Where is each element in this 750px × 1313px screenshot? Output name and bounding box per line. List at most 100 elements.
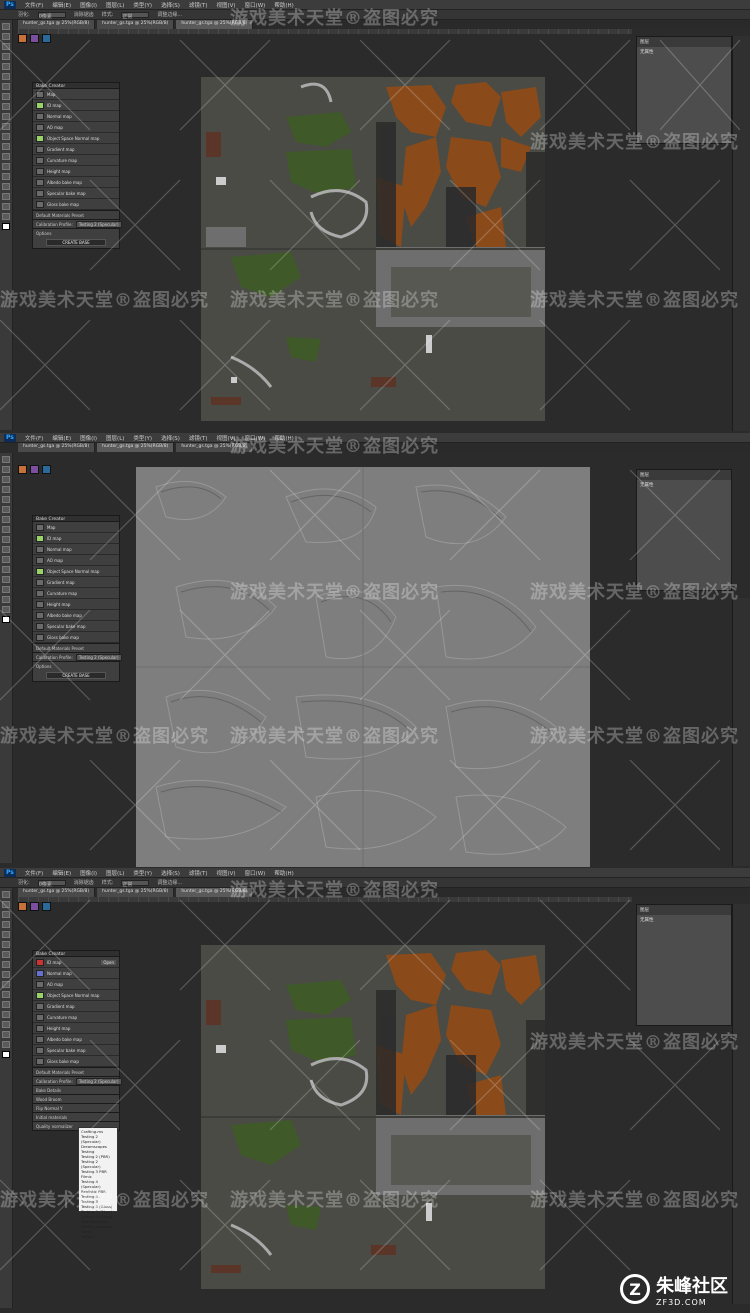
antialias-label[interactable]: 消除锯齿: [74, 11, 94, 18]
menu-edit[interactable]: 编辑(E): [52, 869, 71, 877]
bake-item[interactable]: Gradient map: [33, 577, 119, 588]
bake-item[interactable]: Object Space Normal map: [33, 990, 119, 1001]
bake-item[interactable]: Curvature map: [33, 155, 119, 166]
brush-tool-icon[interactable]: [2, 93, 10, 100]
open-button[interactable]: Open: [101, 959, 116, 965]
bake-item[interactable]: ID map: [33, 533, 119, 544]
zoom-tool-icon[interactable]: [2, 213, 10, 220]
eyedropper-tool-icon[interactable]: [2, 506, 10, 513]
text-tool-icon[interactable]: [2, 576, 10, 583]
menu-type[interactable]: 类型(Y): [133, 869, 152, 877]
bake-item[interactable]: ID map Open: [33, 957, 119, 968]
healing-tool-icon[interactable]: [2, 516, 10, 523]
calibration-select[interactable]: Testing 2 (Specular): [75, 1077, 122, 1085]
menu-layer[interactable]: 图层(L): [106, 1, 124, 9]
document-tab[interactable]: hunter_gs.tga @ 25%(RGB/8): [176, 888, 254, 897]
bake-item[interactable]: AO map: [33, 979, 119, 990]
menu-window[interactable]: 窗口(W): [245, 1, 266, 9]
stamp-tool-icon[interactable]: [2, 971, 10, 978]
bake-item[interactable]: Normal map: [33, 968, 119, 979]
eraser-tool-icon[interactable]: [2, 546, 10, 553]
eyedropper-tool-icon[interactable]: [2, 941, 10, 948]
brush-tool-icon[interactable]: [2, 961, 10, 968]
crop-tool-icon[interactable]: [2, 931, 10, 938]
script-icon-orange[interactable]: [18, 34, 27, 43]
create-base-button[interactable]: CREATE BASE: [46, 672, 106, 679]
crop-tool-icon[interactable]: [2, 496, 10, 503]
healing-tool-icon[interactable]: [2, 83, 10, 90]
feather-input[interactable]: 0像素: [37, 11, 66, 20]
shape-tool-icon[interactable]: [2, 586, 10, 593]
color-swatch-icon[interactable]: [2, 223, 10, 230]
menu-help[interactable]: 帮助(H): [274, 869, 293, 877]
option-row[interactable]: Initial materials: [33, 1112, 119, 1121]
script-icon-blue[interactable]: [42, 34, 51, 43]
feather-input[interactable]: 0像素: [37, 879, 66, 888]
marquee-tool-icon[interactable]: [2, 901, 10, 908]
hand-tool-icon[interactable]: [2, 596, 10, 603]
bake-item[interactable]: Map: [33, 522, 119, 533]
hand-tool-icon[interactable]: [2, 1031, 10, 1038]
document-tab[interactable]: hunter_gs.tga @ 25%(RGB/8): [97, 20, 175, 29]
bake-item[interactable]: Gradient map: [33, 144, 119, 155]
document-tab[interactable]: hunter_gs.tga @ 25%(RGB/8): [176, 443, 254, 452]
eyedropper-tool-icon[interactable]: [2, 73, 10, 80]
path-tool-icon[interactable]: [2, 183, 10, 190]
marquee-tool-icon[interactable]: [2, 33, 10, 40]
gradient-tool-icon[interactable]: [2, 133, 10, 140]
script-icon-orange[interactable]: [18, 465, 27, 474]
bake-item[interactable]: Height map: [33, 166, 119, 177]
normal-map-canvas[interactable]: [136, 467, 590, 867]
menu-help[interactable]: 帮助(H): [274, 1, 293, 9]
magic-wand-tool-icon[interactable]: [2, 53, 10, 60]
script-icon-purple[interactable]: [30, 465, 39, 474]
menu-window[interactable]: 窗口(W): [245, 869, 266, 877]
menu-image[interactable]: 图像(I): [80, 434, 97, 442]
history-brush-icon[interactable]: [2, 113, 10, 120]
create-base-button[interactable]: CREATE BASE: [46, 239, 106, 246]
dropdown-option[interactable]: Testing 4 - Testing 3: [81, 1194, 115, 1204]
move-tool-icon[interactable]: [2, 456, 10, 463]
menu-view[interactable]: 视图(V): [217, 434, 236, 442]
gradient-tool-icon[interactable]: [2, 556, 10, 563]
bake-item[interactable]: Specular bake map: [33, 188, 119, 199]
menu-image[interactable]: 图像(I): [80, 1, 97, 9]
move-tool-icon[interactable]: [2, 23, 10, 30]
dodge-tool-icon[interactable]: [2, 153, 10, 160]
lasso-tool-icon[interactable]: [2, 43, 10, 50]
dropdown-option[interactable]: Testing 4 (Specular): [81, 1179, 115, 1189]
document-tab[interactable]: hunter_gs.tga @ 25%(RGB/8): [176, 20, 254, 29]
option-row[interactable]: Flip Normal Y: [33, 1103, 119, 1112]
lasso-tool-icon[interactable]: [2, 911, 10, 918]
menu-filter[interactable]: 滤镜(T): [189, 434, 208, 442]
stamp-tool-icon[interactable]: [2, 536, 10, 543]
gradient-tool-icon[interactable]: [2, 991, 10, 998]
menu-edit[interactable]: 编辑(E): [52, 434, 71, 442]
blur-tool-icon[interactable]: [2, 143, 10, 150]
shape-tool-icon[interactable]: [2, 193, 10, 200]
menu-layer[interactable]: 图层(L): [106, 869, 124, 877]
menu-edit[interactable]: 编辑(E): [52, 1, 71, 9]
menu-type[interactable]: 类型(Y): [133, 434, 152, 442]
uv-canvas[interactable]: [201, 945, 545, 1289]
menu-filter[interactable]: 滤镜(T): [189, 869, 208, 877]
refine-edge-button[interactable]: 调整边缘...: [157, 11, 182, 18]
eraser-tool-icon[interactable]: [2, 123, 10, 130]
style-select[interactable]: 正常: [121, 879, 150, 888]
text-tool-icon[interactable]: [2, 173, 10, 180]
hand-tool-icon[interactable]: [2, 203, 10, 210]
menu-select[interactable]: 选择(S): [161, 434, 180, 442]
move-tool-icon[interactable]: [2, 891, 10, 898]
bake-item[interactable]: Albedo bake map: [33, 1034, 119, 1045]
calibration-select[interactable]: Testing 2 (Specular): [75, 653, 122, 661]
uv-canvas[interactable]: [201, 77, 545, 421]
menu-window[interactable]: 窗口(W): [245, 434, 266, 442]
style-select[interactable]: 正常: [121, 11, 150, 20]
dropdown-option[interactable]: Gallery: [81, 1234, 115, 1239]
document-tab[interactable]: hunter_gs.tga @ 25%(RGB/8): [97, 443, 175, 452]
color-swatch-icon[interactable]: [2, 616, 10, 623]
document-tab[interactable]: hunter_gs.tga @ 25%(RGB/8): [18, 20, 96, 29]
bake-item[interactable]: AO map: [33, 122, 119, 133]
text-tool-icon[interactable]: [2, 1011, 10, 1018]
bake-item[interactable]: Object Space Normal map: [33, 133, 119, 144]
